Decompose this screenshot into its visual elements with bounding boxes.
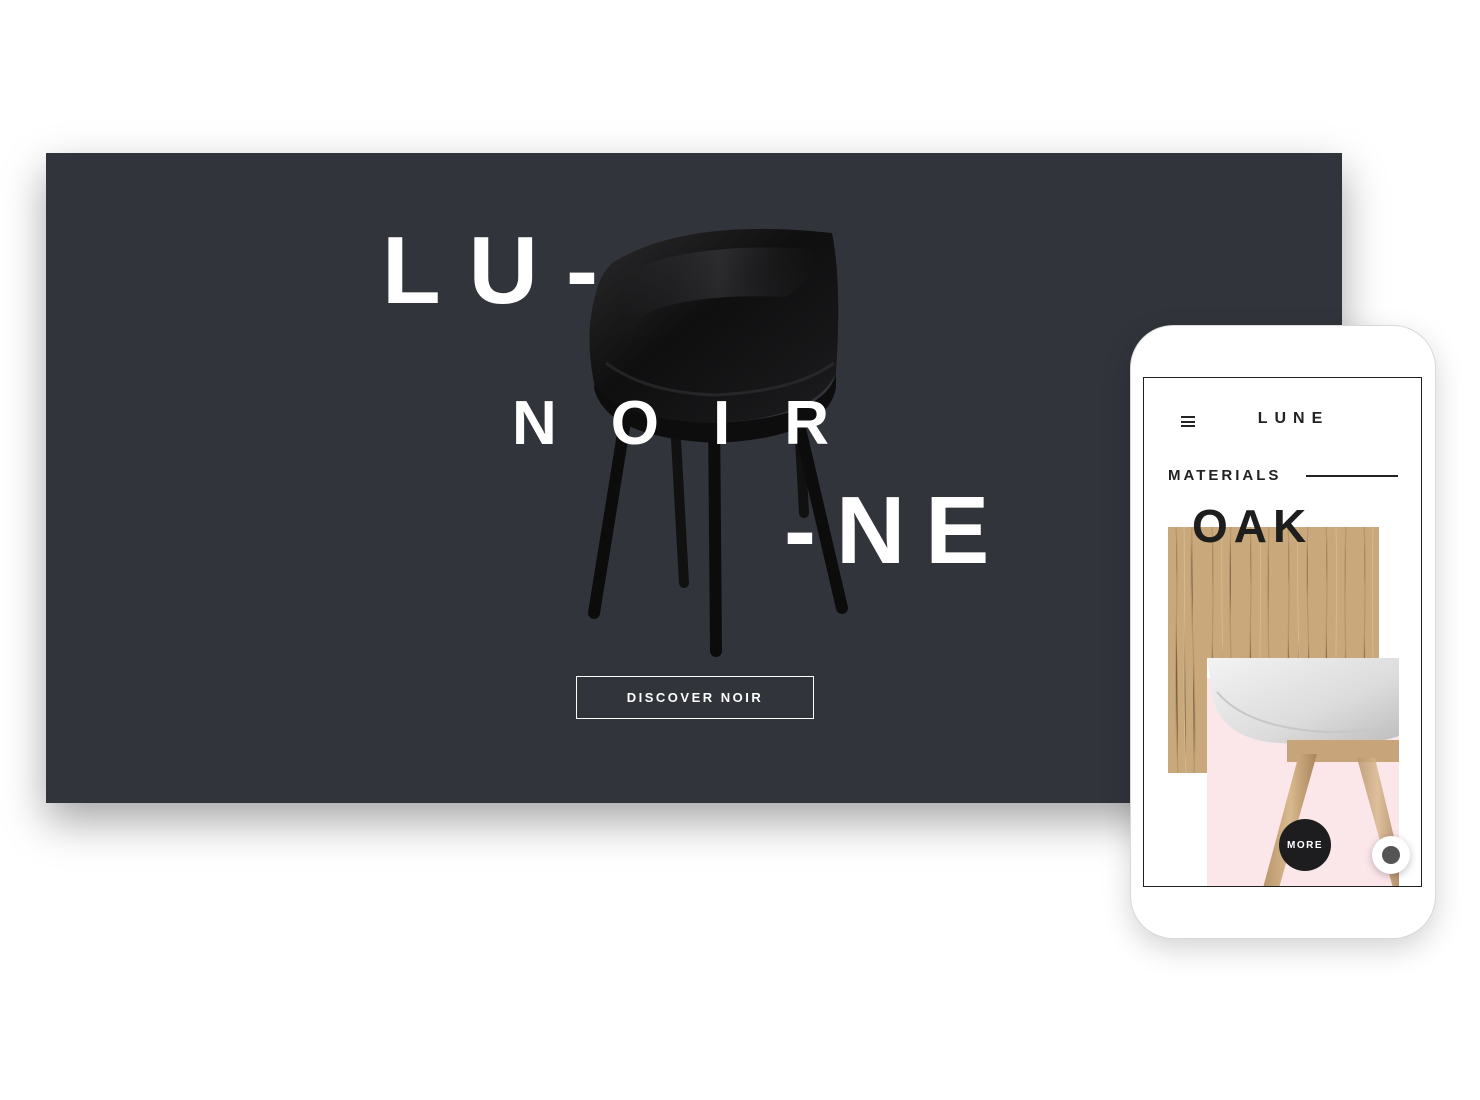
hero-word-ne: -NE — [784, 477, 1010, 584]
section-divider — [1306, 475, 1398, 477]
discover-noir-button[interactable]: DISCOVER NOIR — [576, 676, 814, 719]
more-button[interactable]: MORE — [1279, 819, 1331, 871]
phone-screen: LUNE MATERIALS OAK MORE — [1143, 377, 1422, 887]
brand-logo[interactable]: LUNE — [1144, 410, 1421, 428]
material-title: OAK — [1192, 500, 1313, 552]
section-label: MATERIALS — [1168, 467, 1282, 484]
hero-word-noir: NOIR — [512, 389, 883, 458]
home-button-icon[interactable] — [1372, 836, 1410, 874]
